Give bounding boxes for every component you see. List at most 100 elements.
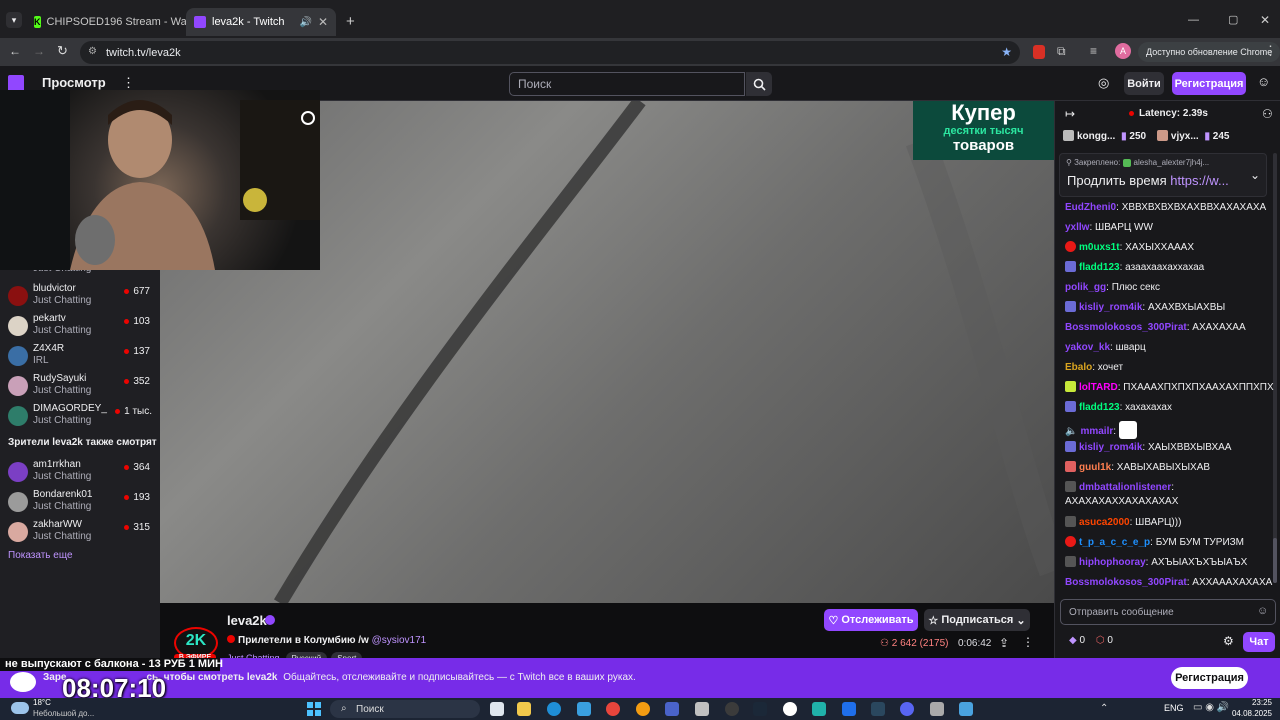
channel-name: DIMAGORDEY_ — [33, 403, 107, 414]
sidebar-channel[interactable]: zakharWW Just Chatting 315 — [0, 518, 160, 548]
sidebar-channel[interactable]: Z4X4R IRL 137 — [0, 342, 160, 372]
chat-message: Bossmolokosos_300Pirat: АХАХАХАА — [1065, 322, 1246, 333]
url-bar[interactable]: ⚙ twitch.tv/leva2k ★ — [80, 41, 1020, 64]
app-icon[interactable] — [812, 702, 826, 716]
subscribe-button[interactable]: ☆ Подписаться ⌄ — [924, 609, 1030, 631]
tray-chevron-icon[interactable]: ⌃ — [1100, 703, 1108, 714]
steam-icon[interactable] — [753, 702, 767, 716]
search-button[interactable] — [746, 72, 772, 96]
live-dot — [124, 288, 130, 294]
app-icon[interactable] — [665, 702, 679, 716]
extensions-puzzle-icon[interactable]: ⧉ — [1057, 44, 1066, 59]
chat-send-button[interactable]: Чат — [1243, 632, 1275, 652]
chat-message: dmbattalionlistener: АХАХАХАХХАХАХАХАХ — [1065, 481, 1179, 507]
share-icon[interactable]: ⇪ — [999, 636, 1009, 650]
tray-icons[interactable]: ▭ ◉ 🔊 — [1193, 702, 1229, 713]
avatar — [8, 286, 28, 306]
browse-link[interactable]: Просмотр — [42, 75, 106, 90]
viewer-count: 1 тыс. — [115, 406, 152, 417]
weather-icon[interactable] — [11, 702, 29, 714]
ad-brand: Купер — [951, 100, 1016, 125]
avatar — [8, 316, 28, 336]
app-icon[interactable] — [959, 702, 973, 716]
chrome-update-button[interactable]: Доступно обновление Chrome — [1138, 42, 1280, 62]
chat-panel: ↦ Latency: 2.39s ⚇ kongg... ▮ 250 vjyx..… — [1054, 101, 1280, 658]
top-gifters: kongg... ▮ 250 vjyx... ▮ 245 — [1063, 130, 1229, 142]
follow-button[interactable]: ♡ Отслеживать — [824, 609, 918, 631]
windows-start-icon[interactable] — [307, 702, 321, 716]
points-icon: ◆ — [1069, 635, 1077, 646]
back-icon[interactable]: ← — [9, 44, 21, 58]
chat-input[interactable]: Отправить сообщение — [1060, 599, 1276, 625]
menu-kebab-icon[interactable]: ⋮ — [1264, 43, 1277, 59]
more-menu-icon[interactable]: ⋮ — [122, 75, 135, 91]
app-icon[interactable] — [636, 702, 650, 716]
yandex-icon[interactable] — [783, 702, 797, 716]
bookmark-star-icon[interactable]: ★ — [1001, 45, 1012, 59]
user-menu-icon[interactable]: ☺ — [1257, 74, 1270, 89]
site-info-icon[interactable]: ⚙ — [88, 46, 97, 57]
sidebar-channel[interactable]: DIMAGORDEY_ Just Chatting 1 тыс. — [0, 402, 160, 432]
collapse-chat-icon[interactable]: ↦ — [1065, 107, 1075, 121]
channel-name: Z4X4R — [33, 343, 65, 354]
edge-icon[interactable] — [547, 702, 561, 716]
login-button[interactable]: Войти — [1124, 72, 1164, 95]
profile-avatar[interactable]: A — [1115, 43, 1131, 59]
close-window-icon[interactable]: ✕ — [1260, 13, 1270, 27]
new-tab-icon[interactable]: + — [346, 13, 355, 30]
register-button[interactable]: Регистрация — [1172, 72, 1246, 95]
app-icon[interactable] — [695, 702, 709, 716]
channel-name[interactable]: leva2k — [227, 613, 267, 628]
sidebar-channel[interactable]: bludvictor Just Chatting 677 — [0, 282, 160, 312]
heart-badge-icon — [1065, 536, 1076, 547]
emote-picker-icon[interactable]: ☺ — [1257, 605, 1268, 617]
task-view-icon[interactable] — [490, 702, 504, 716]
chat-settings-icon[interactable]: ⚙ — [1223, 634, 1234, 648]
tab-leva2k[interactable]: leva2k - Twitch 🔊 ✕ — [186, 8, 336, 36]
search-icon — [753, 78, 766, 91]
discord-icon[interactable] — [900, 702, 914, 716]
signup-banner: не выпускают с балкона - 13 РУБ 1 МИН За… — [0, 658, 1280, 703]
forward-icon[interactable]: → — [33, 44, 45, 58]
sidebar-channel[interactable]: RudySayuki Just Chatting 352 — [0, 372, 160, 402]
taskbar-date: 04.08.2025 — [1231, 709, 1272, 718]
language-indicator[interactable]: ENG — [1164, 703, 1184, 713]
tab-title: leva2k - Twitch — [212, 16, 285, 28]
reload-icon[interactable]: ↻ — [57, 43, 68, 59]
channel-points[interactable]: ◆ 0 ⬡ 0 — [1069, 635, 1113, 646]
sub-badge-icon — [1065, 261, 1076, 272]
pinned-link[interactable]: https://w... — [1170, 173, 1229, 188]
pinned-message[interactable]: ⚲ Закреплено: alesha_alexter7jh4j... Про… — [1059, 153, 1267, 197]
minimize-icon[interactable]: — — [1188, 14, 1199, 26]
app-icon[interactable] — [725, 702, 739, 716]
prime-crown-icon[interactable]: ◎ — [1098, 75, 1109, 91]
sidebar-channel[interactable]: pekartv Just Chatting 103 — [0, 312, 160, 342]
tab-search-icon[interactable]: ▾ — [6, 12, 22, 28]
channel-name: zakharWW — [33, 519, 82, 530]
mention-link[interactable]: @sysiov171 — [372, 635, 427, 646]
show-more-link[interactable]: Показать еще — [8, 550, 73, 561]
calculator-icon[interactable] — [930, 702, 944, 716]
sidebar-channel[interactable]: Bondarenk01 Just Chatting 193 — [0, 488, 160, 518]
search-input[interactable]: Поиск — [509, 72, 745, 96]
maximize-icon[interactable]: ▢ — [1228, 13, 1238, 26]
store-icon[interactable] — [577, 702, 591, 716]
chat-message: yakov_kk: шварц — [1065, 342, 1146, 353]
more-options-icon[interactable]: ⋮ — [1022, 635, 1034, 649]
speaker-icon[interactable]: 🔊 — [299, 17, 311, 28]
tab-chipsoed[interactable]: K CHIPSOED196 Stream - Watch ✕ — [26, 8, 186, 36]
channel-name: am1rrkhan — [33, 459, 81, 470]
app-icon[interactable] — [842, 702, 856, 716]
chrome-icon[interactable] — [606, 702, 620, 716]
banner-register-button[interactable]: Регистрация — [1171, 667, 1248, 689]
chevron-down-icon[interactable]: ⌄ — [1250, 168, 1260, 182]
steam-icon[interactable] — [871, 702, 885, 716]
media-control-icon[interactable]: ≡ — [1090, 44, 1097, 58]
sidebar-channel[interactable]: am1rrkhan Just Chatting 364 — [0, 458, 160, 488]
close-tab-icon[interactable]: ✕ — [318, 15, 328, 29]
taskbar-search[interactable]: Поиск — [330, 700, 480, 718]
file-explorer-icon[interactable] — [517, 702, 531, 716]
taskbar-time: 23:25 — [1251, 698, 1272, 707]
extension-icon[interactable] — [1033, 45, 1045, 59]
community-icon[interactable]: ⚇ — [1262, 107, 1273, 121]
